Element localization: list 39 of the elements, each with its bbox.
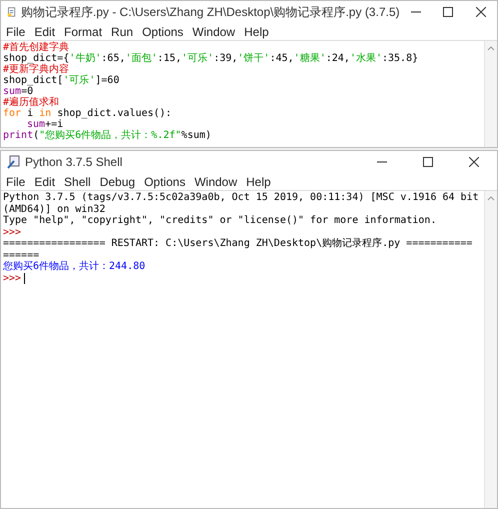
shell-output-line: ================= RESTART: C:\Users\Zhang ZH\Desktop\购物记录程序.py =========== xyxy=(3,238,474,250)
menu-item[interactable]: Edit xyxy=(34,174,56,188)
menu-item[interactable]: Shell xyxy=(64,174,91,188)
shell-prompt: >>> xyxy=(3,272,482,284)
menu-item[interactable]: Help xyxy=(246,174,271,188)
menu-item[interactable]: File xyxy=(6,174,26,188)
window-title: Python 3.7.5 Shell xyxy=(25,155,124,169)
scrollbar[interactable] xyxy=(484,41,497,147)
code-line: #遍历值求和 xyxy=(3,97,60,108)
menu-item[interactable]: Window xyxy=(194,174,238,188)
python-shell-icon xyxy=(7,155,21,169)
python-file-icon xyxy=(7,5,17,19)
shell-output-line: (AMD64)] on win32 xyxy=(3,204,106,215)
menu-item[interactable]: Debug xyxy=(100,174,136,188)
code-line: #首先创建字典 xyxy=(3,42,70,53)
menu-item[interactable]: Format xyxy=(64,24,102,38)
menu-item[interactable]: Window xyxy=(192,24,236,38)
shell-output-line: 您购买6件物品，共计：244.80 xyxy=(3,261,146,272)
code-line: shop_dict['可乐']=60 xyxy=(3,75,120,86)
menu-item[interactable]: Edit xyxy=(34,24,56,38)
menu-item[interactable]: Options xyxy=(144,174,186,188)
code-line: #更新字典内容 xyxy=(3,64,70,75)
window-title: 购物记录程序.py - C:\Users\Zhang ZH\Desktop\购物记录程序.py (3.7.5) xyxy=(20,4,400,20)
shell-output-line: Type "help", "copyright", "credits" or "license()" for more information. xyxy=(3,215,438,226)
code-line: sum+=i xyxy=(26,119,64,130)
menu-item[interactable]: File xyxy=(6,24,26,38)
shell-prompt: >>> xyxy=(3,226,22,238)
scroll-up-icon[interactable] xyxy=(487,195,495,201)
code-line: for i in shop_dict.values(): xyxy=(3,108,173,119)
code-line: sum=0 xyxy=(3,86,34,97)
menu-item[interactable]: Run xyxy=(111,24,134,38)
scrollbar[interactable] xyxy=(484,191,497,508)
code-line: shop_dict={'牛奶':65,'面包':15,'可乐':39,'饼干':45,'糖果':24,'水果':35.8} xyxy=(3,53,420,64)
code-line: print("您购买6件物品，共计：%.2f"%sum) xyxy=(3,130,212,141)
menu-item[interactable]: Help xyxy=(244,24,269,38)
scroll-up-icon[interactable] xyxy=(487,45,495,51)
shell-output-line: ====== xyxy=(3,250,40,261)
shell-output-line: Python 3.7.5 (tags/v3.7.5:5c02a39a0b, Oct 15 2019, 00:11:34) [MSC v.1916 64 bit xyxy=(3,192,480,204)
menu-item[interactable]: Options xyxy=(142,24,184,38)
